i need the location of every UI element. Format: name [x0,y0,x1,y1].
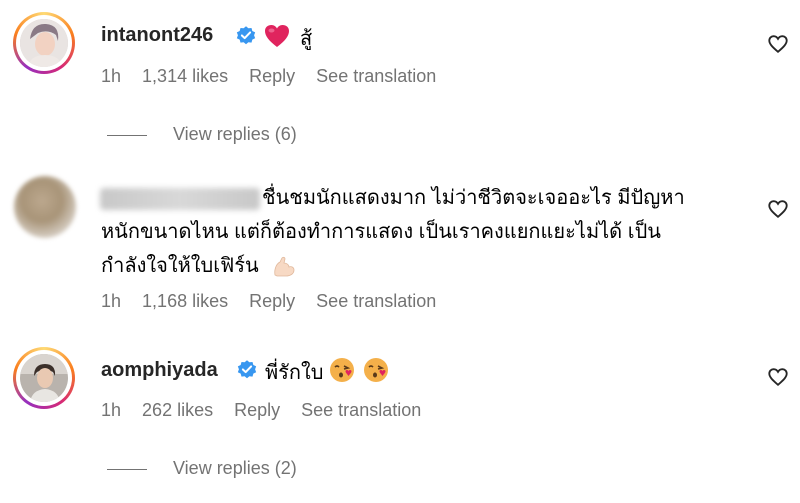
avatar[interactable] [14,176,76,238]
see-translation-link[interactable]: See translation [316,291,436,311]
view-replies-button[interactable]: View replies (2) [107,458,297,479]
comment-meta: 1h 1,314 likes Reply See translation [101,66,452,87]
see-translation-link[interactable]: See translation [301,400,421,420]
face-blowing-kiss-emoji-icon [330,358,354,382]
view-replies-label: View replies (6) [173,124,297,144]
reply-button[interactable]: Reply [249,66,295,86]
like-count[interactable]: 1,314 likes [142,66,228,86]
heart-emoji-icon [265,25,289,47]
comment-text-line-1: ชื่นชมนักแสดงมาก ไม่ว่าชีวิตจะเจออะไร มี… [262,187,685,209]
heart-outline-icon[interactable] [767,366,789,388]
comment-meta: 1h 262 likes Reply See translation [101,400,437,421]
username[interactable]: aomphiyada [101,359,218,382]
like-count[interactable]: 262 likes [142,400,213,420]
comment-text-line-3: กำลังใจให้ใบเฟิร์น [101,255,259,277]
see-translation-link[interactable]: See translation [316,66,436,86]
verified-badge-icon [237,360,257,379]
avatar[interactable] [13,12,75,74]
face-blowing-kiss-emoji-icon [364,358,388,382]
avatar-photo [20,19,68,67]
replies-divider [107,134,147,136]
like-count[interactable]: 1,168 likes [142,291,228,311]
view-replies-button[interactable]: View replies (6) [107,124,297,145]
username[interactable]: intanont246 [101,24,213,47]
reply-button[interactable]: Reply [249,291,295,311]
timestamp: 1h [101,400,122,420]
verified-badge-icon [236,26,256,45]
reply-button[interactable]: Reply [234,400,280,420]
comment-text: พี่รักใบ [265,362,324,384]
comment-text: สู้ [300,28,313,50]
comment-text-line-2: หนักขนาดไหน แต่ก็ต้องทำการแสดง เป็นเราคง… [101,221,661,243]
timestamp: 1h [101,291,122,311]
replies-divider [107,468,147,470]
avatar[interactable] [13,347,75,409]
blurred-username [100,188,260,210]
view-replies-label: View replies (2) [173,458,297,478]
flexed-biceps-emoji-icon [274,256,295,277]
avatar-photo [20,354,68,402]
timestamp: 1h [101,66,122,86]
comment-meta: 1h 1,168 likes Reply See translation [101,291,452,312]
heart-outline-icon[interactable] [767,198,789,220]
heart-outline-icon[interactable] [767,33,789,55]
